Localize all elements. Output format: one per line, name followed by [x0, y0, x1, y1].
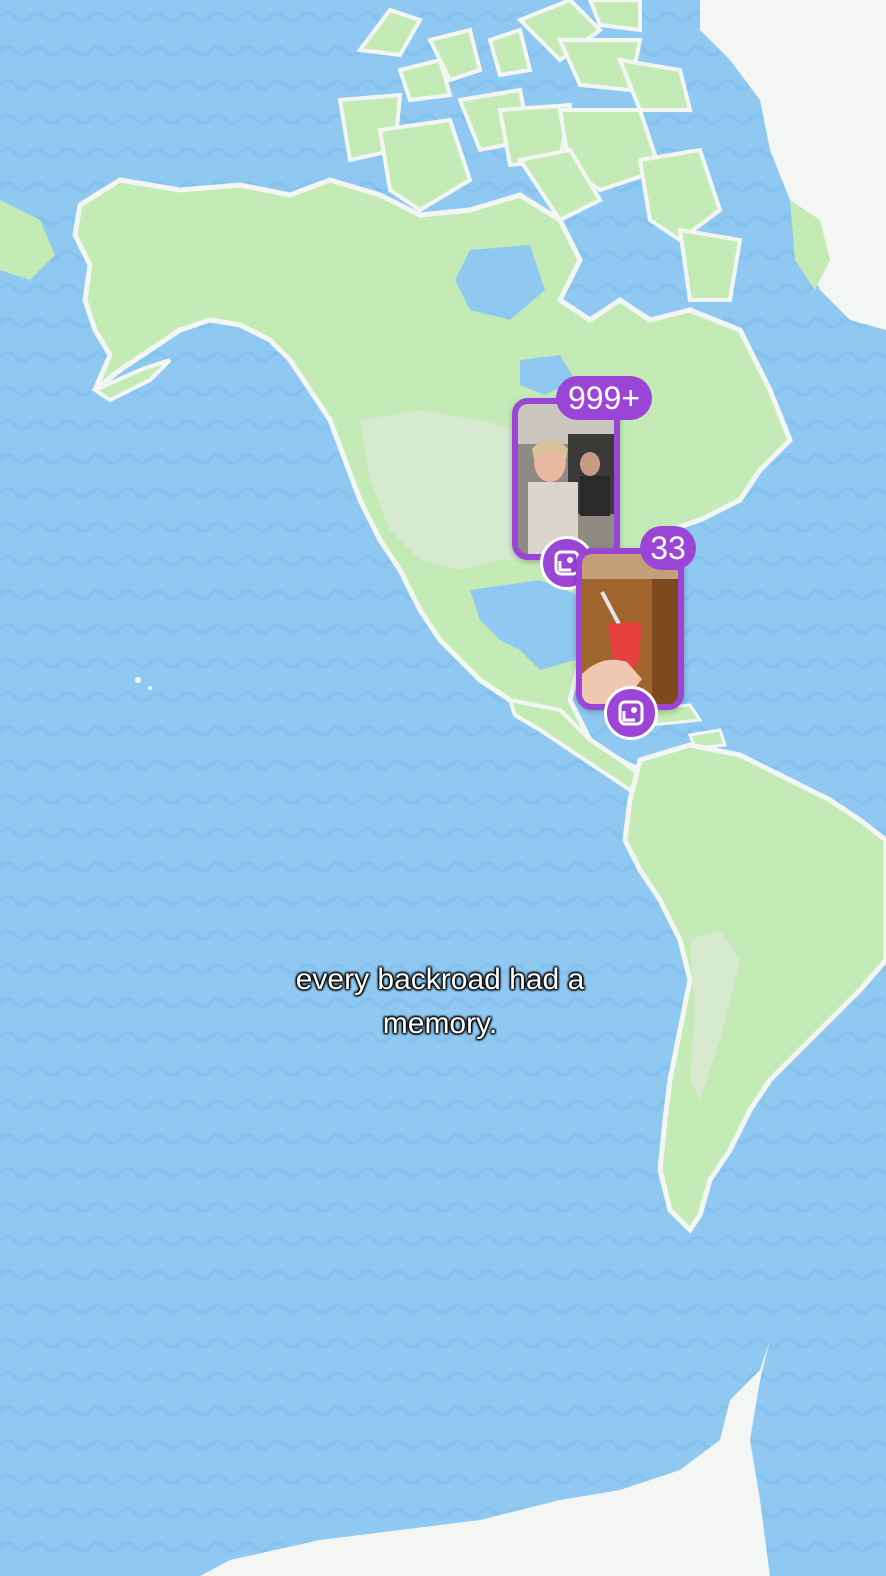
pacific-island	[148, 686, 152, 690]
pacific-island	[135, 677, 141, 683]
world-map[interactable]	[0, 0, 886, 1576]
photo-cluster-caribbean[interactable]: 33	[574, 526, 704, 746]
photo-count-badge: 999+	[556, 376, 652, 420]
memories-icon[interactable]	[604, 686, 658, 740]
drink-photo	[582, 554, 678, 704]
caption-line-2: memory.	[382, 1007, 498, 1040]
caption-line-1: every backroad had a	[295, 963, 585, 996]
memories-glyph-icon	[618, 700, 644, 726]
video-caption: every backroad had a memory.	[240, 958, 640, 1046]
photo-count-badge: 33	[640, 526, 696, 570]
